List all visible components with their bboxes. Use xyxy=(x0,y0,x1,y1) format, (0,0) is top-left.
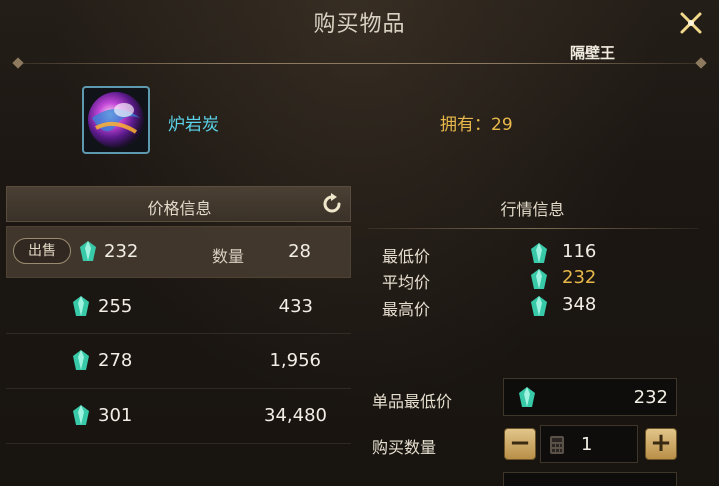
gem-icon xyxy=(531,243,547,263)
refresh-icon xyxy=(323,193,341,213)
price-row[interactable]: 出售 232 数量 28 xyxy=(6,226,351,278)
gem-icon xyxy=(73,405,89,425)
gem-icon xyxy=(73,296,89,316)
row-price: 232 xyxy=(104,241,139,262)
calculator-icon[interactable] xyxy=(549,435,565,455)
server-name: 隔壁王 xyxy=(570,44,616,62)
row-price: 278 xyxy=(98,350,133,371)
gem-icon xyxy=(519,387,535,407)
average-price-value: 232 xyxy=(562,267,597,288)
lowest-price-label: 最低价 xyxy=(382,247,431,266)
lowest-price-value: 116 xyxy=(562,241,597,262)
gem-icon xyxy=(73,350,89,370)
refresh-button[interactable] xyxy=(319,191,345,217)
row-divider xyxy=(6,443,351,444)
sell-badge[interactable]: 出售 xyxy=(13,238,71,264)
row-quantity: 28 xyxy=(288,241,311,262)
gem-icon xyxy=(80,241,96,261)
header-divider xyxy=(18,63,701,64)
item-name: 炉岩炭 xyxy=(168,115,219,135)
owned-count: 拥有：29 xyxy=(440,115,513,135)
unit-min-price-field: 232 xyxy=(503,378,677,416)
purchase-dialog: 购买物品 隔壁王 炉岩炭 拥有：29 价格信息 出售 232 数量 28 255… xyxy=(0,0,719,486)
row-price: 301 xyxy=(98,405,133,426)
divider-ornament xyxy=(695,57,707,69)
price-row[interactable]: 278 1,956 xyxy=(6,336,351,388)
divider-ornament xyxy=(12,57,24,69)
price-info-title: 价格信息 xyxy=(147,199,212,218)
close-icon xyxy=(680,12,702,34)
row-divider xyxy=(6,388,351,389)
row-quantity: 34,480 xyxy=(264,405,327,426)
row-quantity: 1,956 xyxy=(269,350,321,371)
row-price: 255 xyxy=(98,296,133,317)
price-row[interactable]: 255 433 xyxy=(6,282,351,334)
unit-min-price-label: 单品最低价 xyxy=(372,392,453,411)
gem-icon xyxy=(531,269,547,289)
unit-min-price-value: 232 xyxy=(633,387,668,408)
highest-price-value: 348 xyxy=(562,294,597,315)
item-icon xyxy=(82,86,150,154)
orb-icon xyxy=(88,92,144,148)
gem-icon xyxy=(531,296,547,316)
row-quantity: 433 xyxy=(278,296,313,317)
market-divider xyxy=(368,228,698,229)
increase-quantity-button[interactable]: + xyxy=(645,428,677,460)
average-price-label: 平均价 xyxy=(382,273,431,292)
buy-quantity-value: 1 xyxy=(581,434,593,455)
close-button[interactable] xyxy=(674,6,708,40)
row-divider xyxy=(6,333,351,334)
buy-quantity-label: 购买数量 xyxy=(372,438,437,457)
buy-quantity-input[interactable]: 1 xyxy=(540,425,638,463)
decrease-quantity-button[interactable]: − xyxy=(504,428,536,460)
price-info-header: 价格信息 xyxy=(6,186,351,222)
highest-price-label: 最高价 xyxy=(382,300,431,319)
dialog-title: 购买物品 xyxy=(313,12,406,37)
market-info-title: 行情信息 xyxy=(500,200,565,219)
price-row[interactable]: 301 34,480 xyxy=(6,391,351,443)
total-price-field xyxy=(503,472,677,486)
